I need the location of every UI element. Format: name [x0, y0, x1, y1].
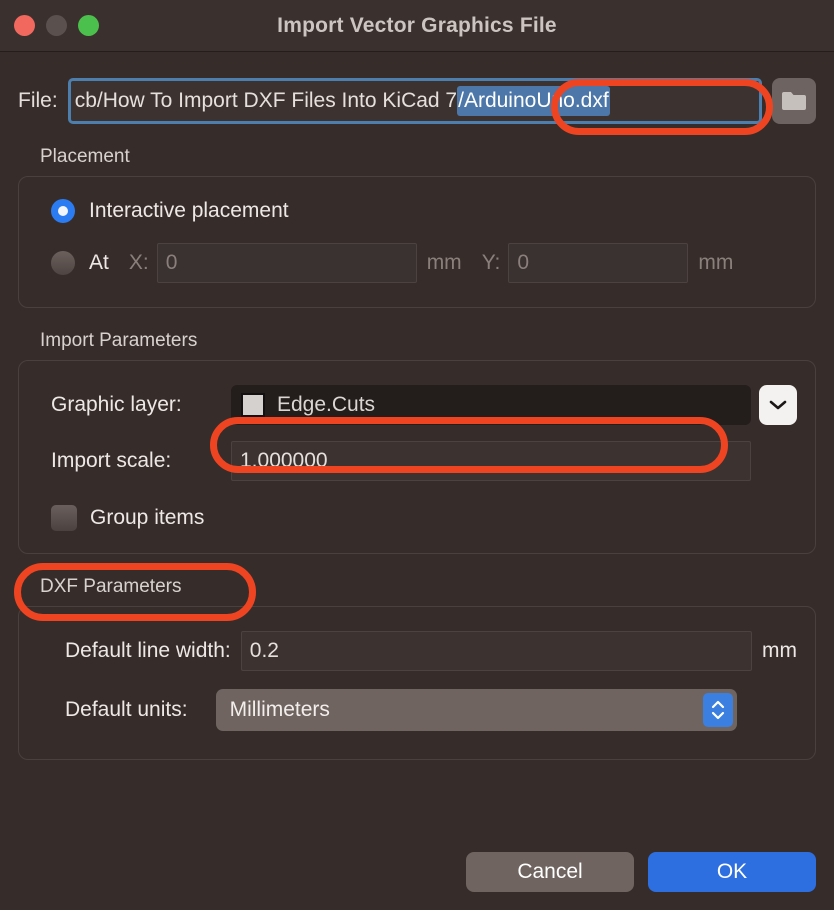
dxf-parameters-group: Default line width: 0.2 mm Default units…	[18, 606, 816, 760]
dialog-body: File: cb/How To Import DXF Files Into Ki…	[0, 52, 834, 852]
file-row: File: cb/How To Import DXF Files Into Ki…	[18, 78, 816, 124]
minimize-button[interactable]	[46, 15, 67, 36]
chevron-up-icon	[711, 700, 725, 709]
default-line-width-row: Default line width: 0.2 mm	[65, 631, 797, 671]
group-items-label: Group items	[90, 506, 205, 529]
ok-button[interactable]: OK	[648, 852, 816, 892]
y-coordinate-input[interactable]: 0	[508, 243, 689, 283]
import-scale-label: Import scale:	[51, 449, 172, 472]
placement-group-title: Placement	[40, 146, 130, 167]
y-unit-label: mm	[698, 251, 734, 274]
x-coordinate-input[interactable]: 0	[156, 243, 417, 283]
graphic-layer-dropdown-button[interactable]	[759, 385, 797, 425]
import-parameters-group: Graphic layer: Edge.Cuts Import scale: 1…	[18, 360, 816, 554]
import-parameters-group-title: Import Parameters	[40, 330, 198, 351]
y-coordinate-label: Y:	[481, 251, 501, 274]
window-controls	[0, 15, 99, 36]
radio-interactive-placement[interactable]	[51, 199, 75, 223]
default-line-width-label: Default line width:	[65, 639, 231, 662]
default-units-select[interactable]: Millimeters	[215, 689, 737, 731]
placement-group: Interactive placement At X: 0 mm Y: 0 mm	[18, 176, 816, 308]
dxf-parameters-group-title: DXF Parameters	[40, 576, 182, 597]
title-bar: Import Vector Graphics File	[0, 0, 834, 52]
radio-at-placement[interactable]	[51, 251, 75, 275]
import-scale-input[interactable]: 1.000000	[231, 441, 751, 481]
default-units-stepper[interactable]	[703, 693, 733, 727]
graphic-layer-select[interactable]: Edge.Cuts	[231, 385, 751, 425]
default-units-row: Default units: Millimeters	[65, 689, 797, 731]
window-title: Import Vector Graphics File	[277, 13, 557, 37]
close-button[interactable]	[14, 15, 35, 36]
folder-icon	[782, 92, 806, 110]
file-label: File:	[18, 89, 58, 112]
chevron-down-icon	[711, 711, 725, 720]
graphic-layer-label: Graphic layer:	[51, 393, 182, 416]
graphic-layer-value: Edge.Cuts	[277, 393, 376, 416]
file-path-unselected-text: cb/How To Import DXF Files Into KiCad 7	[74, 89, 458, 112]
default-units-label: Default units:	[65, 698, 188, 721]
browse-file-button[interactable]	[772, 78, 816, 124]
zoom-button[interactable]	[78, 15, 99, 36]
at-placement-row: At X: 0 mm Y: 0 mm	[51, 243, 797, 283]
default-line-width-input[interactable]: 0.2	[240, 631, 752, 671]
file-path-input[interactable]: cb/How To Import DXF Files Into KiCad 7/…	[67, 78, 762, 124]
chevron-down-icon	[769, 400, 787, 410]
import-vector-graphics-dialog: Import Vector Graphics File File: cb/How…	[0, 0, 834, 910]
import-scale-row: Import scale: 1.000000	[51, 441, 797, 481]
file-path-selected-text: /ArduinoUno.dxf	[457, 86, 610, 116]
default-units-value: Millimeters	[229, 698, 330, 721]
group-items-checkbox[interactable]	[51, 505, 77, 531]
layer-color-swatch	[241, 393, 265, 417]
interactive-placement-row[interactable]: Interactive placement	[51, 199, 797, 223]
graphic-layer-row: Graphic layer: Edge.Cuts	[51, 385, 797, 425]
cancel-button[interactable]: Cancel	[466, 852, 634, 892]
at-placement-label: At	[89, 251, 109, 274]
dialog-footer: Cancel OK	[0, 852, 834, 910]
interactive-placement-label: Interactive placement	[89, 199, 289, 222]
group-items-row[interactable]: Group items	[51, 505, 797, 531]
x-coordinate-label: X:	[128, 251, 149, 274]
default-line-width-unit: mm	[762, 639, 797, 662]
x-unit-label: mm	[426, 251, 462, 274]
